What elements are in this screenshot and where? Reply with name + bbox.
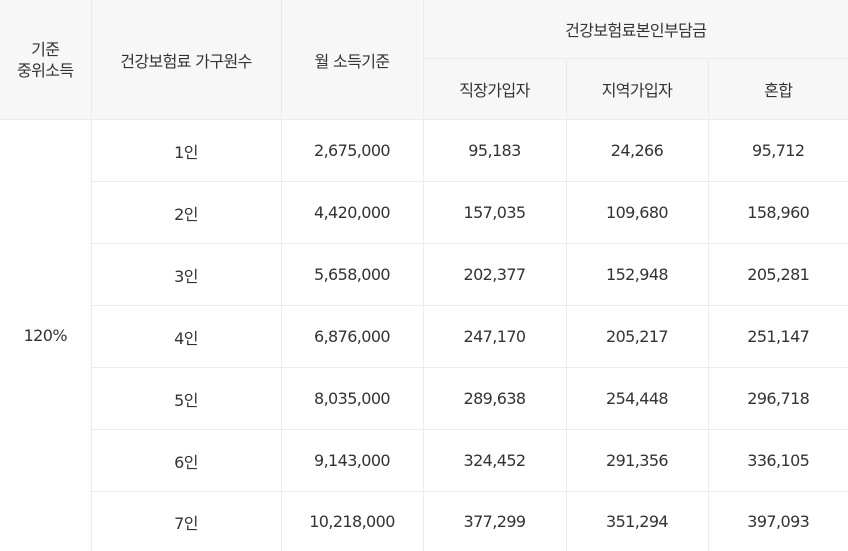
header-premium-group: 건강보험료본인부담금 bbox=[423, 0, 848, 59]
table-header: 기준 중위소득 건강보험료 가구원수 월 소득기준 건강보험료본인부담금 직장가… bbox=[0, 0, 848, 120]
income-cell: 6,876,000 bbox=[281, 306, 423, 368]
table-row: 120% 1인 2,675,000 95,183 24,266 95,712 bbox=[0, 120, 848, 182]
mixed-cell: 336,105 bbox=[708, 430, 848, 492]
regional-cell: 291,356 bbox=[566, 430, 708, 492]
employee-cell: 202,377 bbox=[423, 244, 566, 306]
income-cell: 9,143,000 bbox=[281, 430, 423, 492]
header-household-size: 건강보험료 가구원수 bbox=[91, 0, 281, 120]
household-cell: 2인 bbox=[91, 182, 281, 244]
regional-cell: 109,680 bbox=[566, 182, 708, 244]
header-regional: 지역가입자 bbox=[566, 59, 708, 120]
premium-table: 기준 중위소득 건강보험료 가구원수 월 소득기준 건강보험료본인부담금 직장가… bbox=[0, 0, 848, 551]
regional-cell: 254,448 bbox=[566, 368, 708, 430]
employee-cell: 157,035 bbox=[423, 182, 566, 244]
mixed-cell: 397,093 bbox=[708, 492, 848, 551]
header-row: 기준 중위소득 건강보험료 가구원수 월 소득기준 건강보험료본인부담금 bbox=[0, 0, 848, 59]
regional-cell: 205,217 bbox=[566, 306, 708, 368]
header-standard-line1: 기준 bbox=[0, 39, 91, 60]
header-mixed: 혼합 bbox=[708, 59, 848, 120]
income-cell: 2,675,000 bbox=[281, 120, 423, 182]
employee-cell: 377,299 bbox=[423, 492, 566, 551]
table-body: 120% 1인 2,675,000 95,183 24,266 95,712 2… bbox=[0, 120, 848, 551]
household-cell: 7인 bbox=[91, 492, 281, 551]
table-row: 5인 8,035,000 289,638 254,448 296,718 bbox=[0, 368, 848, 430]
mixed-cell: 296,718 bbox=[708, 368, 848, 430]
mixed-cell: 158,960 bbox=[708, 182, 848, 244]
table-row: 4인 6,876,000 247,170 205,217 251,147 bbox=[0, 306, 848, 368]
household-cell: 6인 bbox=[91, 430, 281, 492]
header-standard-median-income: 기준 중위소득 bbox=[0, 0, 91, 120]
header-employee: 직장가입자 bbox=[423, 59, 566, 120]
income-cell: 8,035,000 bbox=[281, 368, 423, 430]
table-row: 7인 10,218,000 377,299 351,294 397,093 bbox=[0, 492, 848, 551]
table-row: 2인 4,420,000 157,035 109,680 158,960 bbox=[0, 182, 848, 244]
employee-cell: 95,183 bbox=[423, 120, 566, 182]
regional-cell: 152,948 bbox=[566, 244, 708, 306]
table-row: 6인 9,143,000 324,452 291,356 336,105 bbox=[0, 430, 848, 492]
standard-rate-cell: 120% bbox=[0, 120, 91, 551]
regional-cell: 24,266 bbox=[566, 120, 708, 182]
income-cell: 10,218,000 bbox=[281, 492, 423, 551]
table-row: 3인 5,658,000 202,377 152,948 205,281 bbox=[0, 244, 848, 306]
regional-cell: 351,294 bbox=[566, 492, 708, 551]
mixed-cell: 251,147 bbox=[708, 306, 848, 368]
mixed-cell: 205,281 bbox=[708, 244, 848, 306]
income-cell: 4,420,000 bbox=[281, 182, 423, 244]
header-standard-line2: 중위소득 bbox=[0, 60, 91, 81]
household-cell: 1인 bbox=[91, 120, 281, 182]
household-cell: 3인 bbox=[91, 244, 281, 306]
income-cell: 5,658,000 bbox=[281, 244, 423, 306]
household-cell: 4인 bbox=[91, 306, 281, 368]
employee-cell: 324,452 bbox=[423, 430, 566, 492]
mixed-cell: 95,712 bbox=[708, 120, 848, 182]
employee-cell: 289,638 bbox=[423, 368, 566, 430]
household-cell: 5인 bbox=[91, 368, 281, 430]
header-monthly-income: 월 소득기준 bbox=[281, 0, 423, 120]
employee-cell: 247,170 bbox=[423, 306, 566, 368]
